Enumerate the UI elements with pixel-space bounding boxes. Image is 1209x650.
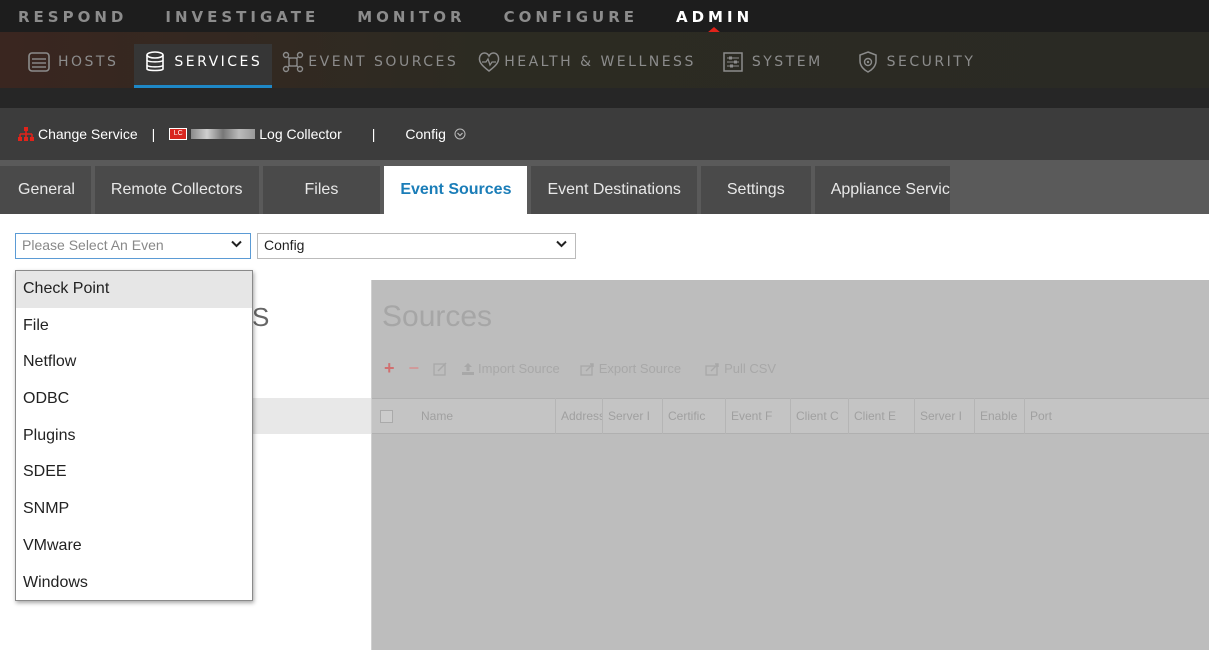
column-header[interactable]: Name [401, 398, 556, 434]
top-nav-respond[interactable]: RESPOND [18, 8, 127, 32]
sub-nav-health-wellness-label: HEALTH & WELLNESS [504, 54, 696, 70]
column-header[interactable]: Address [556, 398, 603, 434]
pull-csv-icon [705, 362, 719, 376]
import-source-label: Import Source [478, 361, 560, 376]
service-tabs: General Remote Collectors Files Event So… [0, 160, 1209, 214]
circle-chevron-down-icon[interactable] [454, 128, 466, 140]
dropdown-option[interactable]: VMware [16, 528, 252, 565]
sources-title: Sources [382, 300, 493, 333]
sub-nav-system[interactable]: SYSTEM [712, 44, 833, 88]
column-header[interactable]: Certific [663, 398, 726, 434]
dropdown-option[interactable]: Windows [16, 565, 252, 602]
hosts-icon [26, 51, 52, 73]
edit-icon[interactable] [433, 361, 447, 376]
top-nav: RESPOND INVESTIGATE MONITOR CONFIGURE AD… [0, 0, 1209, 33]
event-type-dropdown: Check Point File Netflow ODBC Plugins SD… [15, 270, 253, 601]
column-header[interactable]: Server I [603, 398, 663, 434]
config-select-value: Config [264, 237, 305, 253]
tab-settings[interactable]: Settings [700, 166, 811, 214]
export-source-label: Export Source [598, 361, 682, 376]
export-icon [580, 362, 594, 376]
database-icon [142, 51, 168, 73]
import-source-button[interactable]: Import Source [461, 361, 560, 376]
column-header[interactable]: Client E [849, 398, 915, 434]
tab-general[interactable]: General [0, 166, 91, 214]
top-nav-monitor[interactable]: MONITOR [357, 8, 465, 32]
sub-nav-health-wellness[interactable]: HEALTH & WELLNESS [468, 44, 706, 88]
sub-nav-services-label: SERVICES [174, 54, 263, 70]
top-nav-configure[interactable]: CONFIGURE [504, 8, 638, 32]
shield-gear-icon [855, 51, 881, 73]
sub-nav-security-label: SECURITY [886, 54, 976, 70]
remove-icon[interactable]: − [409, 358, 420, 379]
log-collector-badge: LC [169, 128, 188, 140]
sub-nav-event-sources[interactable]: EVENT SOURCES [272, 44, 468, 88]
event-type-select[interactable]: Please Select An Even [15, 233, 251, 259]
dropdown-option[interactable]: SDEE [16, 454, 252, 491]
sources-panel: Sources + − Import Source Export Source … [372, 280, 1209, 650]
dropdown-option[interactable]: File [16, 308, 252, 345]
tab-appliance-services[interactable]: Appliance Servic [814, 166, 950, 214]
sources-table-header: Name Address Server I Certific Event F C… [372, 398, 1209, 434]
pull-csv-button[interactable]: Pull CSV [705, 361, 776, 376]
pull-csv-label: Pull CSV [724, 361, 777, 376]
network-icon [280, 51, 306, 73]
tab-remote-collectors[interactable]: Remote Collectors [94, 166, 259, 214]
add-icon[interactable]: + [384, 358, 395, 379]
dropdown-option[interactable]: Plugins [16, 418, 252, 455]
event-type-placeholder: Please Select An Even [22, 237, 164, 253]
heart-icon [476, 51, 502, 73]
dropdown-option[interactable]: ODBC [16, 381, 252, 418]
service-name[interactable]: Log Collector [259, 126, 342, 142]
column-header[interactable]: Enable [975, 398, 1025, 434]
import-icon [462, 362, 475, 375]
column-header[interactable]: Event F [726, 398, 791, 434]
separator: | [151, 126, 156, 142]
sub-nav: HOSTS SERVICES EVENT SOURCES HEALTH & WE… [0, 32, 1209, 108]
sources-toolbar: + − Import Source Export Source Pull CSV [384, 358, 790, 379]
redacted-hostname [191, 129, 256, 139]
separator: | [371, 126, 376, 142]
sub-nav-event-sources-label: EVENT SOURCES [308, 54, 459, 70]
sub-nav-hosts[interactable]: HOSTS [0, 44, 128, 88]
change-service-link[interactable]: Change Service [38, 126, 138, 142]
select-all-checkbox[interactable] [380, 409, 393, 423]
dropdown-option[interactable]: Check Point [16, 271, 252, 308]
tab-files[interactable]: Files [262, 166, 381, 214]
change-service-icon[interactable] [18, 126, 34, 142]
sliders-icon [720, 51, 746, 73]
sub-nav-security[interactable]: SECURITY [847, 44, 986, 88]
left-panel-header-row [252, 398, 371, 434]
tab-event-sources[interactable]: Event Sources [384, 166, 528, 214]
service-bar: Change Service | LC Log Collector | Conf… [0, 108, 1209, 160]
chevron-down-icon [556, 236, 567, 251]
top-nav-investigate[interactable]: INVESTIGATE [165, 8, 319, 32]
left-panel-heading: S [252, 302, 270, 332]
sub-nav-system-label: SYSTEM [751, 54, 823, 70]
tab-event-destinations[interactable]: Event Destinations [531, 166, 697, 214]
sub-nav-hosts-label: HOSTS [58, 54, 119, 70]
sub-nav-services[interactable]: SERVICES [134, 44, 273, 88]
config-menu[interactable]: Config [405, 126, 445, 142]
column-header[interactable]: Server I [915, 398, 975, 434]
export-source-button[interactable]: Export Source [580, 361, 681, 376]
column-header[interactable]: Port [1025, 398, 1085, 434]
sub-nav-divider [0, 88, 1209, 108]
dropdown-option[interactable]: SNMP [16, 491, 252, 528]
config-select[interactable]: Config [257, 233, 576, 259]
chevron-down-icon [231, 236, 242, 251]
top-nav-admin[interactable]: ADMIN [676, 8, 753, 33]
dropdown-option[interactable]: Netflow [16, 344, 252, 381]
column-header[interactable]: Client C [791, 398, 849, 434]
